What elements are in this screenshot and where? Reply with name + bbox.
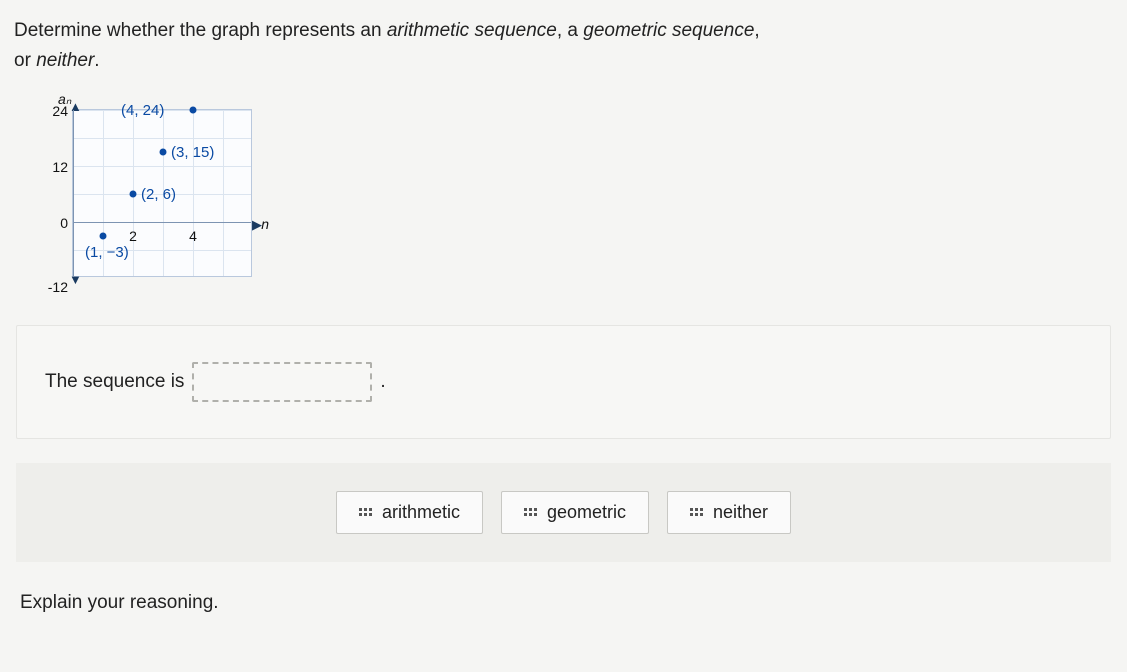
q-text: , a <box>557 20 583 41</box>
q-text: . <box>94 50 99 71</box>
choice-label: neither <box>713 502 768 523</box>
data-point <box>100 232 107 239</box>
data-label: (2, 6) <box>141 186 176 203</box>
choice-geometric[interactable]: geometric <box>501 491 649 534</box>
x-axis-line <box>73 222 251 223</box>
y-tick: -12 <box>34 279 68 295</box>
answer-prefix: The sequence is <box>45 371 184 393</box>
arrow-down-icon: ▼ <box>69 272 82 287</box>
y-tick: 0 <box>48 215 68 231</box>
data-label: (1, −3) <box>85 244 129 261</box>
choice-bar: arithmetic geometric neither <box>16 463 1111 562</box>
arrow-up-icon: ▲ <box>69 99 82 114</box>
q-italic: neither <box>36 50 94 71</box>
data-label: (4, 24) <box>121 102 164 119</box>
grip-icon <box>359 508 372 516</box>
chart-grid: ▲ ▶ ▼ 2 4 n (1, −3) (2, 6) (3, 15) (4, 2… <box>72 109 252 277</box>
x-axis-label: n <box>261 216 269 232</box>
grip-icon <box>690 508 703 516</box>
choice-neither[interactable]: neither <box>667 491 791 534</box>
choice-label: arithmetic <box>382 502 460 523</box>
data-point <box>160 148 167 155</box>
q-italic: geometric sequence <box>583 20 754 41</box>
y-tick: 24 <box>48 103 68 119</box>
q-italic: arithmetic sequence <box>387 20 557 41</box>
answer-panel: The sequence is . <box>16 325 1111 439</box>
q-text: , <box>754 20 759 41</box>
x-tick: 4 <box>187 228 199 244</box>
question-text: Determine whether the graph represents a… <box>14 16 1113 77</box>
explain-prompt: Explain your reasoning. <box>20 592 1113 614</box>
answer-period: . <box>380 371 385 393</box>
data-label: (3, 15) <box>171 144 214 161</box>
q-text: or <box>14 50 36 71</box>
choice-arithmetic[interactable]: arithmetic <box>336 491 483 534</box>
y-axis-line <box>73 110 74 276</box>
y-tick: 12 <box>48 159 68 175</box>
answer-dropzone[interactable] <box>192 362 372 402</box>
choice-label: geometric <box>547 502 626 523</box>
chart: aₙ 24 12 0 -12 ▲ ▶ ▼ 2 4 n (1, −3) (2, 6… <box>34 95 1113 305</box>
data-point <box>190 106 197 113</box>
data-point <box>130 190 137 197</box>
x-tick: 2 <box>127 228 139 244</box>
q-text: Determine whether the graph represents a… <box>14 20 387 41</box>
grip-icon <box>524 508 537 516</box>
